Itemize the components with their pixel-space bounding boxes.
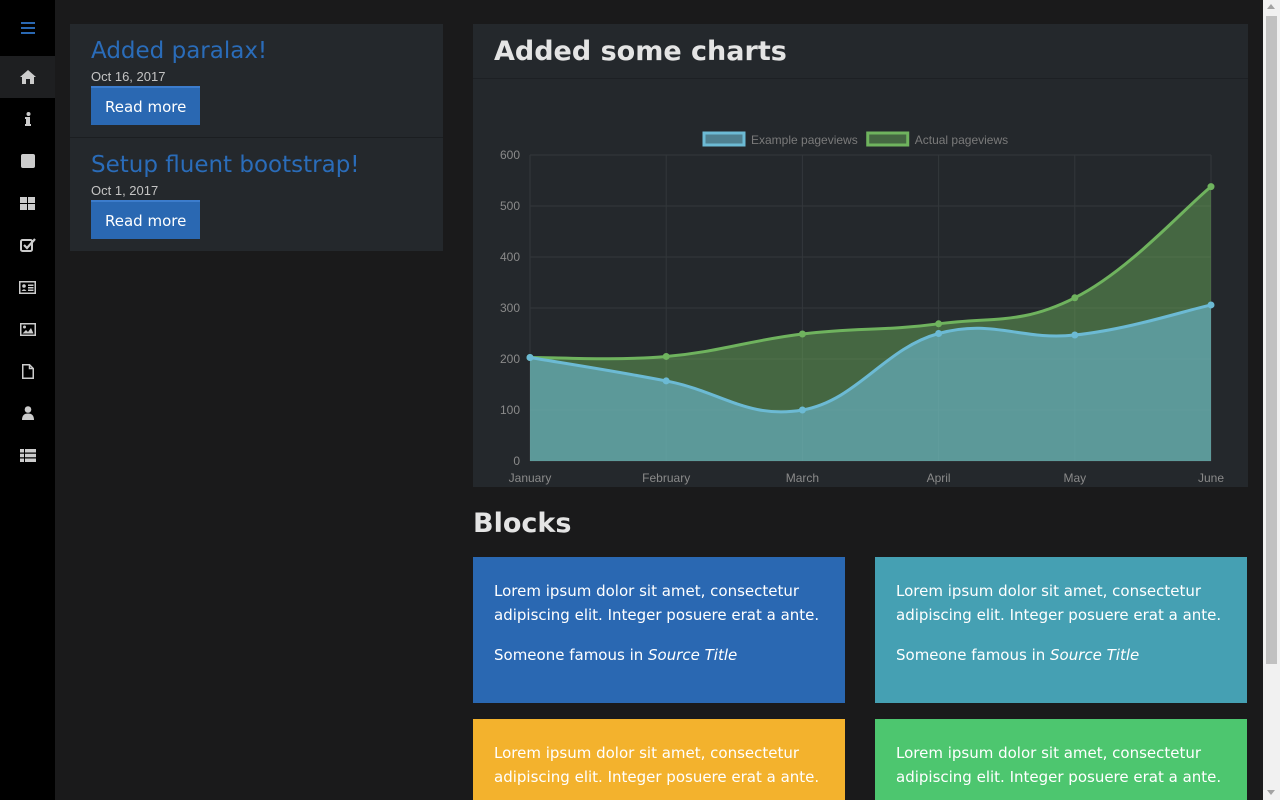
sidebar-item-contacts[interactable] xyxy=(0,266,55,308)
sidebar-item-tables[interactable] xyxy=(0,434,55,476)
data-point xyxy=(526,353,534,361)
y-tick-label: 300 xyxy=(500,301,520,315)
block-source: Someone famous in Source Title xyxy=(896,643,1226,667)
pageviews-chart: 0 100 200 300 400 500 600 January February March A… xyxy=(500,131,1224,485)
post-item: Added paralax! Oct 16, 2017 Read more xyxy=(70,24,443,138)
post-item: Setup fluent bootstrap! Oct 1, 2017 Read… xyxy=(70,138,443,251)
data-point xyxy=(798,330,806,338)
scroll-thumb[interactable] xyxy=(1266,16,1277,664)
legend-label: Actual pageviews xyxy=(915,133,1008,147)
home-icon xyxy=(19,70,36,84)
post-title[interactable]: Setup fluent bootstrap! xyxy=(91,150,422,180)
sidebar xyxy=(0,0,55,800)
blocks-title: Blocks xyxy=(473,508,572,539)
table-icon xyxy=(19,448,36,462)
sidebar-item-gallery[interactable] xyxy=(0,308,55,350)
data-point xyxy=(1071,331,1079,339)
block-source: Someone famous in Source Title xyxy=(494,643,824,667)
legend-label: Example pageviews xyxy=(751,133,858,147)
quote-block: Lorem ipsum dolor sit amet, consectetur … xyxy=(473,719,845,800)
sidebar-item-dashboard[interactable] xyxy=(0,182,55,224)
sidebar-item-home[interactable] xyxy=(0,56,55,98)
post-date: Oct 1, 2017 xyxy=(91,183,159,198)
x-tick-label: February xyxy=(642,471,690,485)
chart-card: Added some charts 0 100 200 300 400 500 600 Jan… xyxy=(473,24,1248,487)
data-point xyxy=(935,320,943,328)
block-text: Lorem ipsum dolor sit amet, consectetur … xyxy=(494,582,820,624)
y-tick-label: 400 xyxy=(500,250,520,264)
grid-icon xyxy=(20,196,35,210)
block-source-prefix: Someone famous in xyxy=(896,646,1051,664)
data-point xyxy=(935,330,943,337)
image-icon xyxy=(19,322,36,336)
sidebar-item-pages[interactable] xyxy=(0,350,55,392)
read-more-button[interactable]: Read more xyxy=(91,86,201,125)
data-point xyxy=(798,406,806,414)
sidebar-item-profile[interactable] xyxy=(0,392,55,434)
sidebar-item-info[interactable] xyxy=(0,98,55,140)
legend-swatch xyxy=(866,131,910,147)
x-tick-label: March xyxy=(786,471,819,485)
data-point xyxy=(1207,301,1215,309)
x-tick-label: January xyxy=(509,471,552,485)
data-point xyxy=(662,352,670,360)
chart-card-title: Added some charts xyxy=(494,35,787,67)
user-icon xyxy=(21,406,34,420)
quote-block: Lorem ipsum dolor sit amet, consectetur … xyxy=(473,557,845,703)
y-tick-label: 600 xyxy=(500,148,520,162)
post-title[interactable]: Added paralax! xyxy=(91,36,422,66)
y-tick-label: 0 xyxy=(513,454,520,468)
check-square-icon xyxy=(19,238,36,252)
quote-block: Lorem ipsum dolor sit amet, consectetur … xyxy=(875,719,1247,800)
posts-panel: Added paralax! Oct 16, 2017 Read more Se… xyxy=(70,24,443,251)
menu-icon xyxy=(20,22,35,34)
quote-block: Lorem ipsum dolor sit amet, consectetur … xyxy=(875,557,1247,703)
block-source-prefix: Someone famous in xyxy=(494,646,649,664)
y-tick-label: 100 xyxy=(500,403,520,417)
sidebar-menu-toggle[interactable] xyxy=(0,0,55,56)
square-icon xyxy=(20,154,35,168)
y-tick-label: 200 xyxy=(500,352,520,366)
chart-card-header: Added some charts xyxy=(473,24,1248,79)
data-point xyxy=(662,377,670,385)
x-tick-label: May xyxy=(1063,471,1086,485)
id-card-icon xyxy=(19,280,36,294)
x-tick-label: June xyxy=(1198,471,1224,485)
block-text: Lorem ipsum dolor sit amet, consectetur … xyxy=(494,744,820,786)
block-text: Lorem ipsum dolor sit amet, consectetur … xyxy=(896,582,1222,624)
post-date: Oct 16, 2017 xyxy=(91,69,166,84)
data-point xyxy=(1071,294,1079,302)
info-icon xyxy=(24,112,31,126)
page-scrollbar[interactable] xyxy=(1263,0,1280,800)
block-source-title: Source Title xyxy=(648,646,738,664)
scroll-down-arrow-icon[interactable] xyxy=(1267,790,1275,795)
data-point xyxy=(1207,183,1215,191)
sidebar-item-tasks[interactable] xyxy=(0,224,55,266)
x-tick-label: April xyxy=(927,471,951,485)
sidebar-item-square[interactable] xyxy=(0,140,55,182)
block-text: Lorem ipsum dolor sit amet, consectetur … xyxy=(896,744,1222,786)
scroll-up-arrow-icon[interactable] xyxy=(1267,4,1275,9)
y-tick-label: 500 xyxy=(500,199,520,213)
file-icon xyxy=(21,363,34,379)
read-more-button[interactable]: Read more xyxy=(91,200,201,239)
legend-swatch xyxy=(702,131,746,147)
block-source-title: Source Title xyxy=(1050,646,1140,664)
